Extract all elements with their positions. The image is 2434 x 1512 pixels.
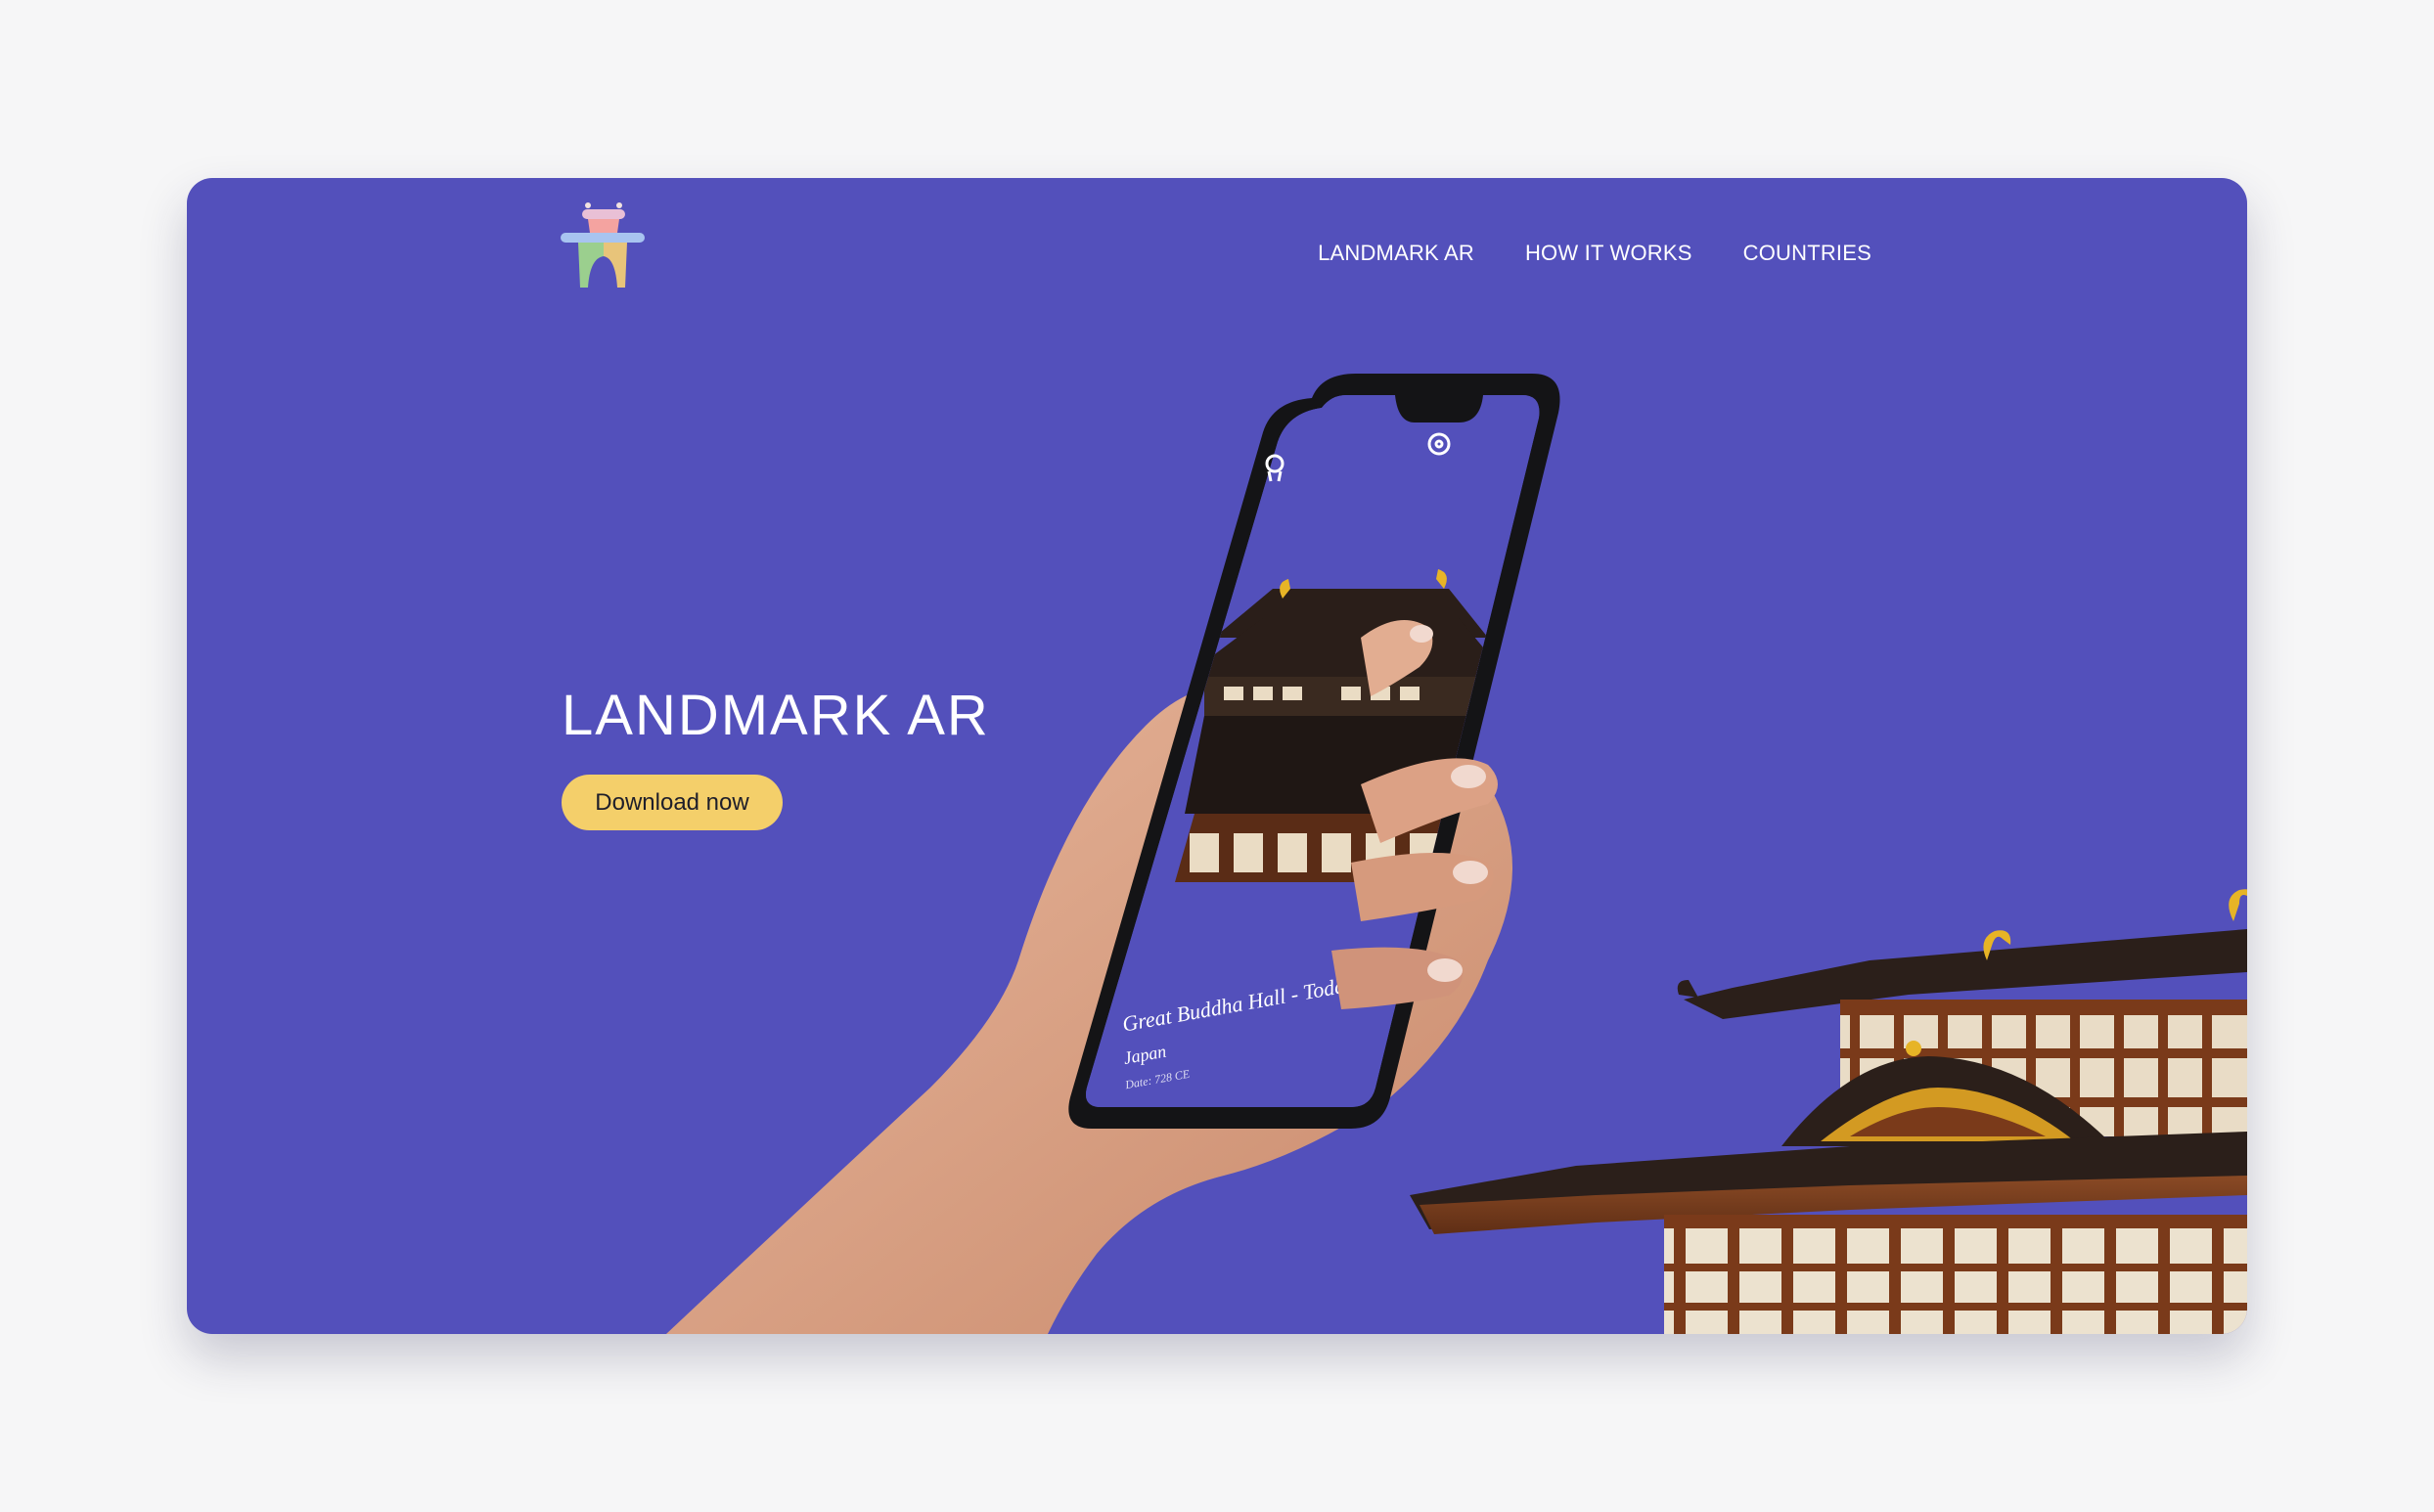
temple-illustration: [1410, 889, 2247, 1334]
hero-title: LANDMARK AR: [562, 684, 990, 747]
hero-card: Great Buddha Hall - Todaiji Japan Date: …: [187, 178, 2247, 1334]
nav-link-countries[interactable]: COUNTRIES: [1743, 241, 1871, 266]
logo[interactable]: [559, 200, 647, 293]
hero-artwork: Great Buddha Hall - Todaiji Japan Date: …: [666, 374, 2247, 1334]
download-now-button[interactable]: Download now: [562, 775, 783, 830]
nav-link-how-it-works[interactable]: HOW IT WORKS: [1525, 241, 1692, 266]
nav-link-landmark-ar[interactable]: LANDMARK AR: [1318, 241, 1474, 266]
main-nav: LANDMARK AR HOW IT WORKS COUNTRIES: [1318, 241, 1871, 266]
